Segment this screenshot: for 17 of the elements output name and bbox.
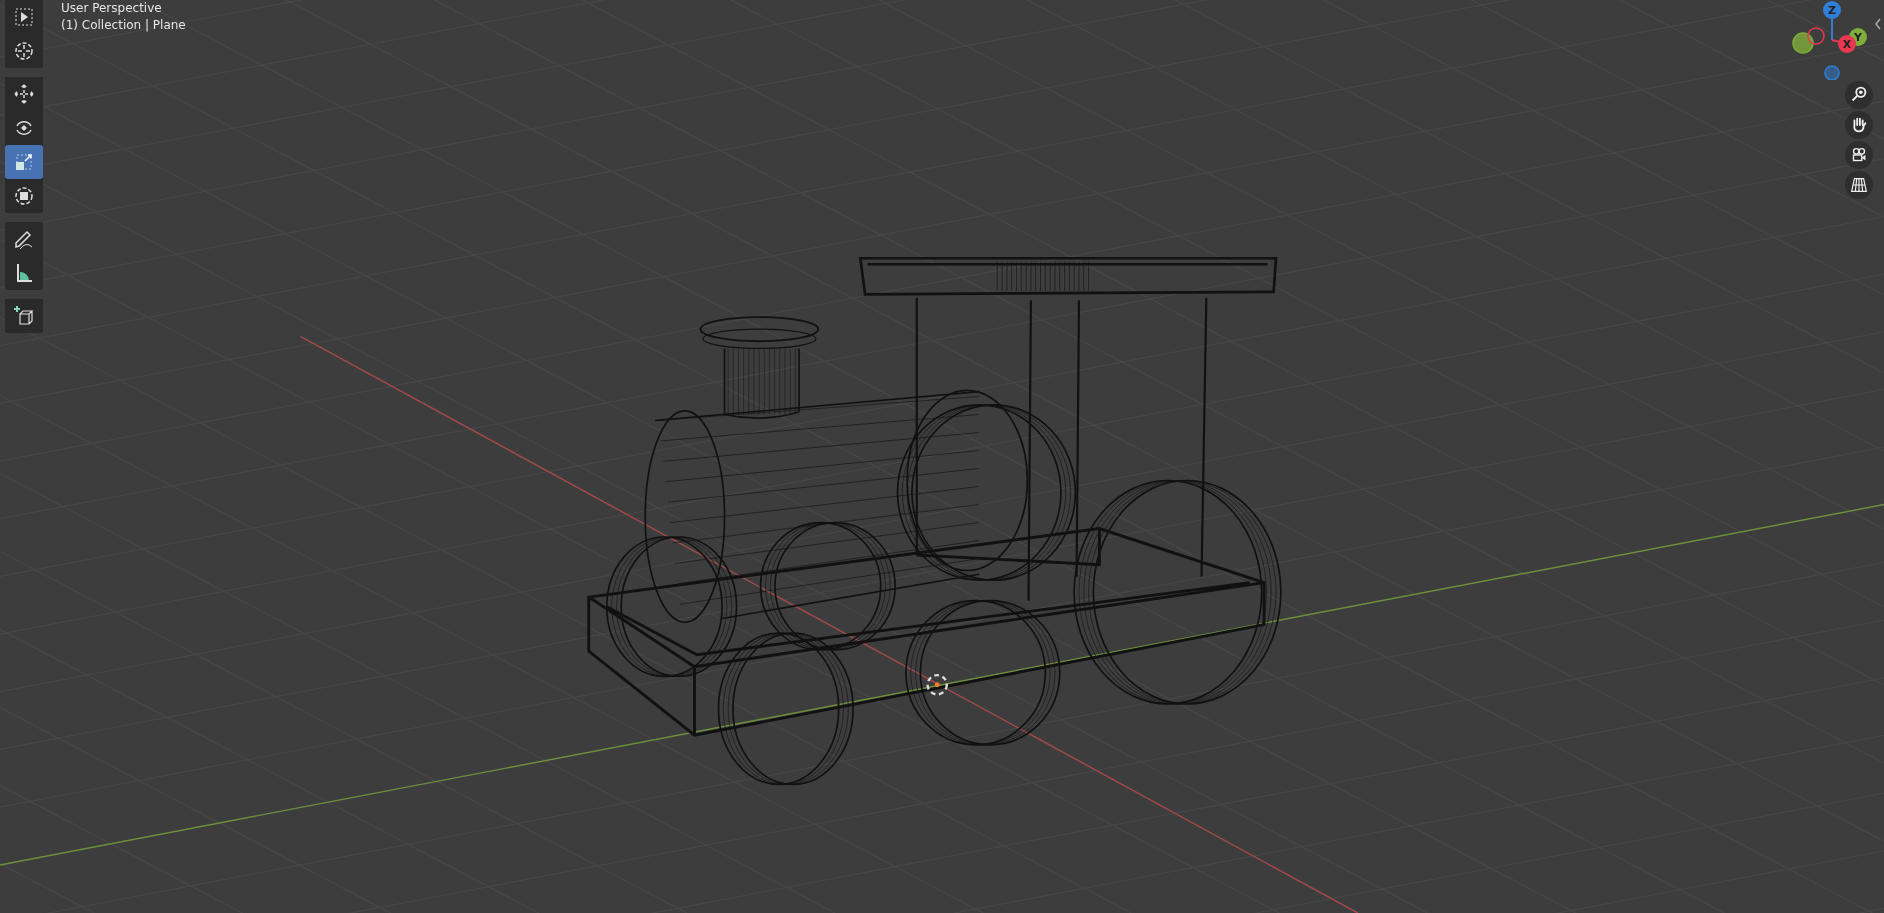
move-arrows-icon	[12, 82, 36, 106]
crosshair-icon	[12, 39, 36, 63]
select-box-icon	[12, 5, 36, 29]
add-cube-icon	[12, 304, 36, 328]
axis-handle[interactable]: X	[1838, 35, 1856, 53]
view-control-button[interactable]	[1845, 111, 1873, 139]
transform-icon	[12, 184, 36, 208]
view-name: User Perspective	[61, 0, 163, 17]
negative-axis-icon[interactable]	[1792, 32, 1814, 54]
view-control-button[interactable]	[1845, 171, 1873, 199]
view-control-button[interactable]	[1845, 81, 1873, 109]
axis-handle[interactable]: Z	[1823, 1, 1841, 19]
negative-axis-icon[interactable]	[1824, 65, 1840, 80]
negative-axis-icon[interactable]	[1807, 27, 1825, 45]
context-label: (1) Collection | Plane	[61, 17, 186, 34]
view-control-button[interactable]	[1845, 141, 1873, 169]
3d-cursor-icon	[926, 673, 948, 696]
